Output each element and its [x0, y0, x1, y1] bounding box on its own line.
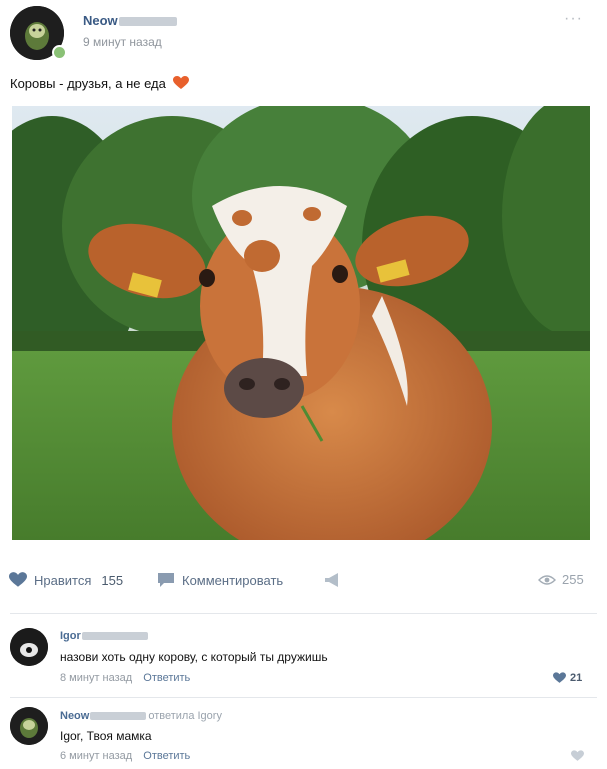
like-button[interactable]: Нравится 155	[9, 572, 123, 588]
online-indicator	[52, 45, 67, 60]
divider	[10, 697, 597, 698]
reply-to-label[interactable]: ответила Igory	[148, 710, 222, 722]
heart-icon	[9, 572, 27, 587]
post-text: Коровы - друзья, а не еда	[10, 76, 190, 93]
like-label: Нравится	[34, 572, 92, 588]
post-card: Neow 9 минут назад ··· Коровы - друзья, …	[0, 0, 607, 769]
comment-avatar[interactable]	[10, 628, 48, 666]
comment-icon	[158, 573, 174, 587]
views-count: 255	[562, 572, 584, 587]
share-button[interactable]	[324, 572, 349, 588]
redacted-name-bar	[118, 17, 177, 27]
comment-meta: 8 минут назад Ответить	[60, 672, 190, 684]
heart-icon	[173, 76, 190, 93]
post-time[interactable]: 9 минут назад	[83, 35, 162, 49]
reply-button[interactable]: Ответить	[143, 672, 190, 684]
post-photo[interactable]	[12, 106, 590, 540]
author-name[interactable]: Neow	[83, 13, 177, 28]
like-count: 155	[101, 572, 124, 588]
comment-time[interactable]: 6 минут назад	[60, 750, 132, 762]
heart-icon	[553, 672, 566, 683]
comment-author[interactable]: Neow ответила Igory	[60, 710, 222, 722]
post-text-content: Коровы - друзья, а не еда	[10, 76, 166, 91]
redacted-name-bar	[81, 632, 148, 641]
comment-avatar[interactable]	[10, 707, 48, 745]
comment-like-button[interactable]: 21	[553, 672, 582, 684]
comment-text: Igor, Твоя мамка	[60, 729, 152, 743]
comment-like-count: 21	[570, 672, 583, 684]
post-actions-bar: Нравится 155 Комментировать 255	[0, 572, 607, 600]
heart-icon	[571, 750, 584, 761]
comment-button[interactable]: Комментировать	[157, 572, 283, 588]
comment-label: Комментировать	[182, 572, 284, 588]
comment-like-button[interactable]	[571, 750, 588, 762]
more-options-icon[interactable]: ···	[564, 10, 583, 28]
megaphone-icon	[325, 573, 338, 587]
comment-meta: 6 минут назад Ответить	[60, 750, 190, 762]
views-counter: 255	[538, 572, 584, 587]
comment-author[interactable]: Igor	[60, 630, 148, 642]
comment-time[interactable]: 8 минут назад	[60, 672, 132, 684]
reply-button[interactable]: Ответить	[143, 750, 190, 762]
divider	[10, 613, 597, 614]
redacted-name-bar	[90, 712, 147, 721]
comment-text: назови хоть одну корову, с который ты др…	[60, 650, 328, 664]
eye-icon	[538, 574, 556, 585]
